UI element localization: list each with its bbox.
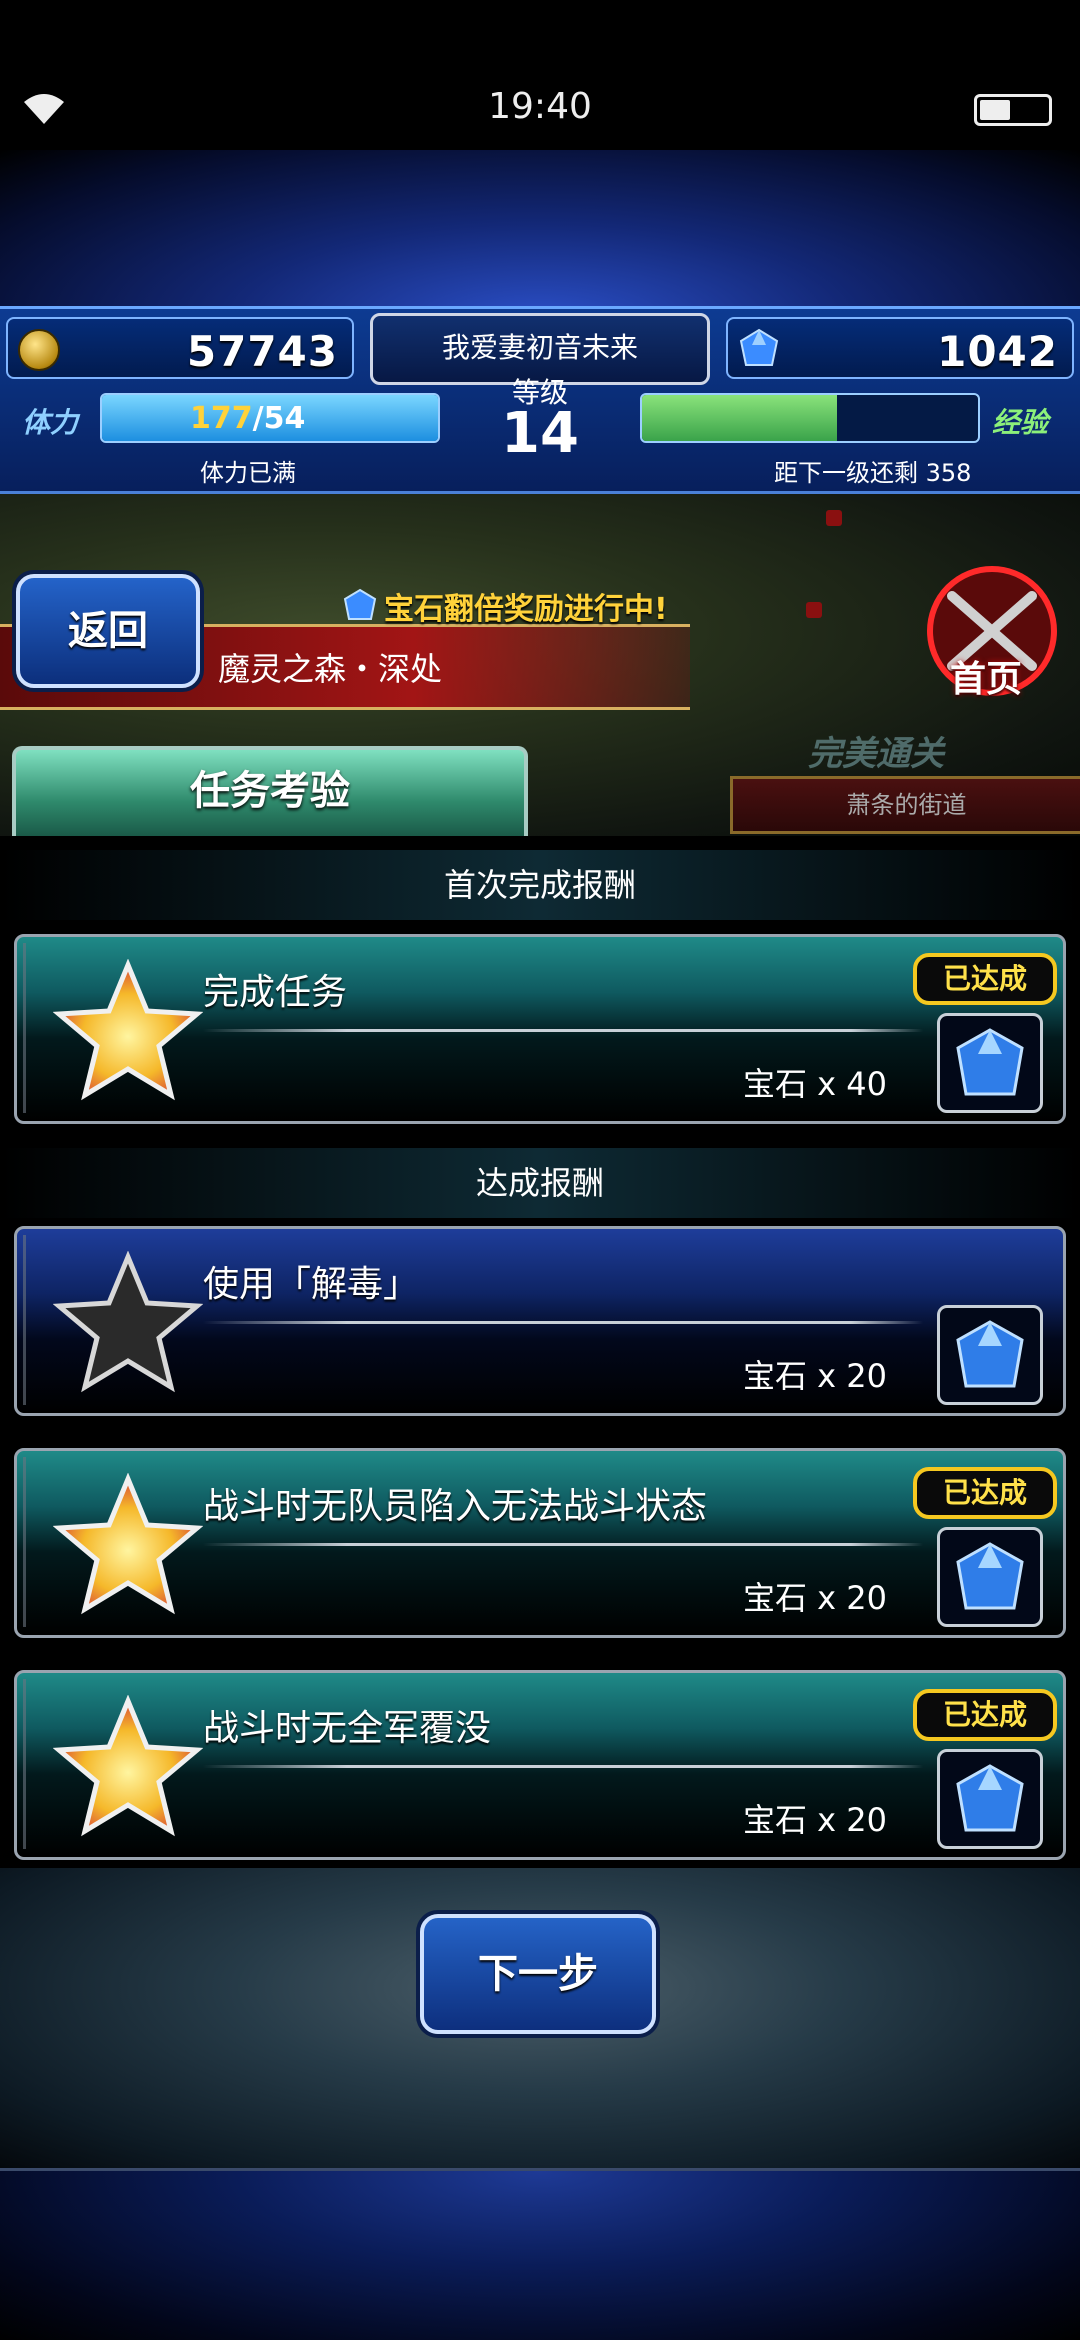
star-achieved-icon [53, 1695, 203, 1837]
next-area-name: 萧条的街道 [846, 791, 967, 819]
tab-mission-trial-label: 任务考验 [190, 768, 350, 814]
stamina-max: /54 [252, 401, 306, 436]
achieved-badge-label: 已达成 [942, 1476, 1027, 1509]
next-button[interactable]: 下一步 [420, 1914, 656, 2034]
stamina-status: 体力已满 [200, 459, 296, 487]
stamina-value: 177/54 [190, 401, 305, 436]
reward-gem-slot [937, 1013, 1043, 1113]
reward-title: 战斗时无队员陷入无法战斗状态 [203, 1486, 708, 1527]
gil-amount: 57743 [186, 327, 338, 376]
player-level: 14 [501, 401, 579, 466]
gem-icon [956, 1764, 1024, 1832]
reward-amount: 宝石 x 20 [742, 1801, 887, 1839]
next-area-tag: 萧条的街道 [730, 776, 1080, 834]
reward-amount: 宝石 x 20 [742, 1579, 887, 1617]
divider [203, 1029, 923, 1032]
reward-card: 完成任务 宝石 x 40 已达成 [14, 934, 1066, 1124]
perfect-clear-label: 完美通关 [808, 734, 944, 774]
first-clear-title: 首次完成报酬 [0, 850, 1080, 920]
divider [203, 1543, 923, 1546]
area-name: 魔灵之森・深处 [218, 650, 443, 688]
divider [203, 1321, 923, 1324]
map-marker [806, 602, 822, 618]
exp-label: 经验 [992, 406, 1049, 439]
stamina-current: 177 [190, 401, 253, 436]
gem-counter[interactable]: 1042 [726, 317, 1074, 379]
exp-bar-fill [642, 395, 837, 441]
clock: 19:40 [488, 86, 592, 127]
achieved-badge-label: 已达成 [942, 1698, 1027, 1731]
achieved-badge: 已达成 [913, 1467, 1057, 1519]
stamina-label: 体力 [22, 406, 79, 439]
divider [203, 1765, 923, 1768]
player-name: 我爱妻初音未来 [441, 331, 638, 364]
reward-card: 战斗时无队员陷入无法战斗状态 宝石 x 20 已达成 [14, 1448, 1066, 1638]
promo-gem-icon [343, 588, 377, 620]
next-button-label: 下一步 [478, 1951, 598, 1997]
reward-amount: 宝石 x 20 [742, 1357, 887, 1395]
reward-gem-slot [937, 1749, 1043, 1849]
achievement-title: 达成报酬 [0, 1148, 1080, 1218]
gem-icon [956, 1542, 1024, 1610]
back-button-label: 返回 [68, 608, 148, 654]
reward-card: 使用「解毒」 宝石 x 20 [14, 1226, 1066, 1416]
achieved-badge: 已达成 [913, 953, 1057, 1005]
star-achieved-icon [53, 959, 203, 1101]
reward-title: 使用「解毒」 [203, 1264, 420, 1305]
exp-remaining: 距下一级还剩 358 [774, 459, 972, 487]
bottom-bar [0, 2168, 1080, 2340]
reward-gem-slot [937, 1305, 1043, 1405]
rewards-panel: 首次完成报酬 完成任务 宝石 x 40 已达成 达成报酬 使用「解毒」 宝石 x… [0, 836, 1080, 1868]
star-empty-icon [53, 1251, 203, 1393]
reward-title: 完成任务 [203, 972, 348, 1013]
gem-icon [956, 1028, 1024, 1096]
player-hud: 57743 我爱妻初音未来 等级 14 1042 体力 177/54 体力已满 … [0, 306, 1080, 494]
status-bar: 19:40 [0, 0, 1080, 150]
achieved-badge: 已达成 [913, 1689, 1057, 1741]
exp-bar [640, 393, 980, 443]
reward-title: 战斗时无全军覆没 [203, 1708, 492, 1749]
map-marker [826, 510, 842, 526]
reward-gem-slot [937, 1527, 1043, 1627]
gem-amount: 1042 [937, 327, 1058, 376]
gil-coin-icon [18, 329, 60, 371]
tab-mission-trial[interactable]: 任务考验 [12, 746, 528, 836]
achieved-badge-label: 已达成 [942, 962, 1027, 995]
battery-icon [974, 94, 1052, 126]
gem-icon [956, 1320, 1024, 1388]
reward-amount: 宝石 x 40 [742, 1065, 887, 1103]
header-background [0, 150, 1080, 320]
home-button-label[interactable]: 首页 [950, 650, 1022, 702]
back-button[interactable]: 返回 [16, 574, 200, 688]
reward-card: 战斗时无全军覆没 宝石 x 20 已达成 [14, 1670, 1066, 1860]
gil-counter: 57743 [6, 317, 354, 379]
gem-bonus-banner: 宝石翻倍奖励进行中! [384, 592, 668, 627]
gem-icon [739, 328, 779, 366]
star-achieved-icon [53, 1473, 203, 1615]
